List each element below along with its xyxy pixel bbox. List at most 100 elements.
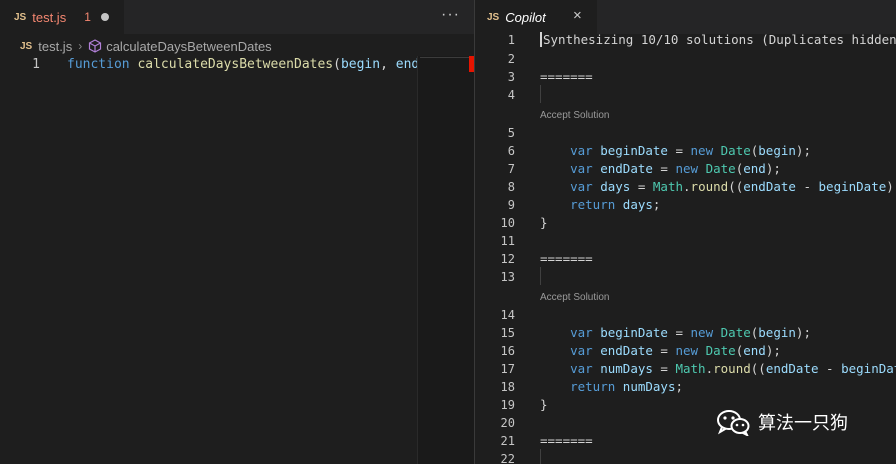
- token-class: Date: [705, 161, 736, 176]
- solution1-line-begin: var beginDate = new Date(begin);: [540, 142, 811, 160]
- accept-solution-link[interactable]: Accept Solution: [540, 289, 610, 307]
- left-editor: JS test.js 1 ··· JS test.js › calculateD…: [0, 0, 475, 464]
- solution1-closing-brace: }: [540, 215, 548, 230]
- solution-separator: =======: [540, 69, 593, 84]
- line-number: 15: [500, 326, 515, 340]
- token-dot: .: [705, 361, 714, 376]
- token-keyword: return: [570, 379, 616, 394]
- token-keyword: var: [570, 143, 593, 158]
- line-number: 14: [500, 308, 515, 322]
- line-number: 11: [500, 234, 515, 248]
- token-operator: -: [818, 361, 842, 376]
- token-variable: endDate: [743, 179, 796, 194]
- line-number: 5: [507, 126, 515, 140]
- wechat-logo-icon: [717, 410, 750, 436]
- line-number: 10: [500, 216, 515, 230]
- token-class: Math: [652, 179, 684, 194]
- solution-separator: =======: [540, 433, 593, 448]
- token-variable: endDate: [600, 343, 653, 358]
- line-number: 17: [500, 362, 515, 376]
- line-number: 1: [32, 57, 40, 72]
- token-paren: ): [886, 179, 894, 194]
- solution2-line-begin: var beginDate = new Date(begin);: [540, 324, 811, 342]
- token-paren: ((: [728, 179, 744, 194]
- token-keyword: var: [570, 179, 593, 194]
- token-class: Date: [720, 143, 751, 158]
- token-variable: beginDat: [841, 361, 896, 376]
- js-file-icon: JS: [487, 11, 500, 23]
- copilot-code: Synthesizing 10/10 solutions (Duplicates…: [540, 31, 896, 448]
- token-variable: endDate: [600, 161, 653, 176]
- token-class: Date: [720, 325, 751, 340]
- code-line-1[interactable]: function calculateDaysBetweenDates(begin…: [67, 56, 443, 74]
- solution1-line-end: var endDate = new Date(end);: [540, 160, 781, 178]
- line-number: 3: [507, 70, 515, 84]
- header-text: Synthesizing 10/10 solutions (Duplicates…: [543, 32, 896, 47]
- token-paren: );: [795, 143, 811, 158]
- token-semicolon: ;: [675, 379, 684, 394]
- token-semicolon: ;: [652, 197, 661, 212]
- accept-solution-link[interactable]: Accept Solution: [540, 107, 610, 125]
- token-variable: beginDate: [600, 325, 668, 340]
- token-variable: numDays: [622, 379, 676, 394]
- watermark-text: 算法一只狗: [758, 413, 848, 433]
- token-operator: =: [630, 179, 653, 194]
- line-number: 8: [507, 180, 515, 194]
- tab-filename: test.js: [32, 9, 67, 25]
- line-number: 13: [500, 270, 515, 284]
- token-paren: );: [795, 325, 811, 340]
- token-keyword: var: [570, 361, 593, 376]
- line-number: 21: [500, 434, 515, 448]
- problem-count-badge: 1: [84, 10, 91, 24]
- token-operator: =: [652, 361, 676, 376]
- token-keyword: new: [675, 343, 699, 358]
- chevron-right-icon: ›: [78, 39, 83, 53]
- symbol-method-icon: [89, 39, 102, 53]
- line-number: 22: [500, 452, 515, 464]
- token-operator: =: [652, 343, 676, 358]
- token-paren: );: [765, 161, 781, 176]
- close-icon[interactable]: ×: [573, 7, 582, 24]
- token-keyword: new: [675, 161, 699, 176]
- token-variable: days: [622, 197, 653, 212]
- solution1-line-return: return days;: [540, 196, 660, 214]
- synthesis-header: Synthesizing 10/10 solutions (Duplicates…: [540, 31, 896, 49]
- token-paren: );: [765, 343, 781, 358]
- token-keyword: var: [570, 161, 593, 176]
- minimap[interactable]: [417, 56, 475, 464]
- breadcrumb-file[interactable]: test.js: [38, 39, 72, 54]
- line-number: 16: [500, 344, 515, 358]
- token-keyword: new: [690, 325, 714, 340]
- solution-separator: =======: [540, 251, 593, 266]
- token-variable: begin: [758, 143, 796, 158]
- watermark: 算法一只狗: [716, 408, 848, 436]
- more-actions-button[interactable]: ···: [441, 6, 460, 24]
- line-number: 1: [507, 33, 515, 47]
- line-number: 20: [500, 416, 515, 430]
- line-number: 19: [500, 398, 515, 412]
- solution2-line-end: var endDate = new Date(end);: [540, 342, 781, 360]
- token-operator: =: [667, 143, 691, 158]
- unsaved-dot-icon[interactable]: [100, 13, 109, 21]
- token-keyword: function: [67, 57, 130, 72]
- copilot-tab-bar: JS Copilot ×: [475, 0, 896, 34]
- breadcrumb-symbol[interactable]: calculateDaysBetweenDates: [106, 39, 271, 54]
- token-class: Date: [705, 343, 736, 358]
- token-dot: .: [683, 179, 691, 194]
- token-function-name: round: [713, 361, 751, 376]
- token-function-name: calculateDaysBetweenDates: [137, 57, 334, 72]
- token-param: end: [395, 57, 420, 72]
- tab-copilot[interactable]: JS Copilot ×: [475, 0, 597, 34]
- text-cursor: [540, 32, 542, 47]
- token-param: begin: [340, 57, 381, 72]
- minimap-line: [420, 57, 470, 58]
- token-class: Math: [675, 361, 706, 376]
- indent-guide: [540, 449, 541, 464]
- breadcrumb-js-icon: JS: [20, 40, 33, 52]
- tab-test-js[interactable]: JS test.js 1: [0, 0, 124, 34]
- js-file-icon: JS: [14, 11, 27, 23]
- token-keyword: var: [570, 343, 593, 358]
- token-variable: endDate: [765, 361, 819, 376]
- line-number: 4: [507, 88, 515, 102]
- token-operator: -: [795, 179, 819, 194]
